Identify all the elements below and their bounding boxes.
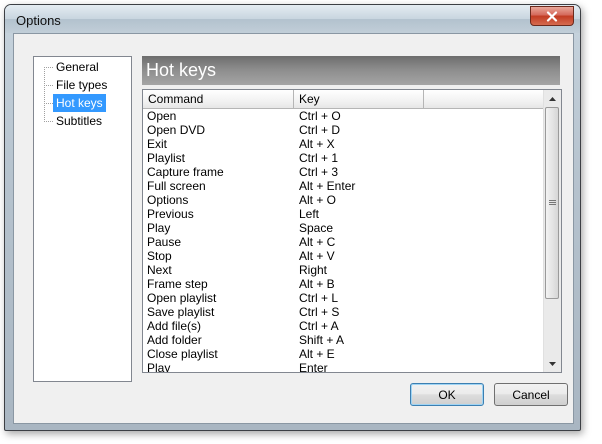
key-cell: Alt + E	[299, 347, 335, 361]
command-cell: Options	[147, 193, 189, 207]
cancel-button[interactable]: Cancel	[494, 383, 568, 406]
panel-header: Hot keys	[142, 56, 560, 85]
key-cell: Enter	[299, 361, 328, 373]
table-row[interactable]: Playlist Ctrl + 1	[143, 151, 544, 165]
title-bar[interactable]: Options	[5, 5, 580, 33]
category-tree[interactable]: General File types Hot keys Subtitles	[33, 56, 132, 382]
window-title: Options	[16, 13, 61, 28]
table-row[interactable]: Previous Left	[143, 207, 544, 221]
close-button[interactable]	[530, 6, 574, 26]
vertical-scrollbar[interactable]	[543, 90, 561, 372]
command-cell: Next	[147, 263, 172, 277]
tree-item-file-types[interactable]: File types	[44, 76, 110, 94]
dialog-client-area: General File types Hot keys Subtitles Ho…	[13, 33, 574, 424]
table-row[interactable]: Pause Alt + C	[143, 235, 544, 249]
key-cell: Ctrl + A	[299, 319, 339, 333]
command-cell: Capture frame	[147, 165, 224, 179]
table-row[interactable]: Open Ctrl + O	[143, 109, 544, 123]
command-cell: Full screen	[147, 179, 206, 193]
list-header: Command Key	[143, 90, 544, 109]
tree-item-label: Subtitles	[56, 114, 103, 128]
column-header-command[interactable]: Command	[143, 90, 294, 108]
command-cell: Close playlist	[147, 347, 218, 361]
command-cell: Previous	[147, 207, 194, 221]
key-cell: Ctrl + 1	[299, 151, 339, 165]
command-cell: Play	[147, 221, 171, 235]
command-cell: Stop	[147, 249, 172, 263]
key-cell: Ctrl + D	[299, 123, 341, 137]
key-cell: Ctrl + L	[299, 291, 339, 305]
table-row[interactable]: Add folder Shift + A	[143, 333, 544, 347]
options-dialog: Options General File types Hot keys Subt…	[4, 4, 581, 431]
key-cell: Ctrl + 3	[299, 165, 339, 179]
ok-button[interactable]: OK	[410, 383, 484, 406]
scroll-thumb[interactable]	[545, 107, 559, 299]
table-row[interactable]: Full screen Alt + Enter	[143, 179, 544, 193]
key-cell: Right	[299, 263, 328, 277]
command-cell: Open DVD	[147, 123, 206, 137]
key-cell: Ctrl + S	[299, 305, 340, 319]
key-cell: Left	[299, 207, 320, 221]
command-cell: Pause	[147, 235, 182, 249]
column-header-empty	[424, 90, 544, 108]
table-row[interactable]: Play Enter	[143, 361, 544, 373]
tree-item-general[interactable]: General	[44, 58, 102, 76]
command-cell: Exit	[147, 137, 168, 151]
chevron-up-icon	[549, 96, 556, 101]
command-cell: Playlist	[147, 151, 186, 165]
chevron-down-icon	[549, 361, 556, 366]
tree-item-label: General	[56, 60, 99, 74]
command-cell: Open	[147, 109, 177, 123]
column-header-key[interactable]: Key	[294, 90, 424, 108]
command-cell: Add folder	[147, 333, 202, 347]
key-cell: Alt + O	[299, 193, 337, 207]
table-row[interactable]: Open playlist Ctrl + L	[143, 291, 544, 305]
key-cell: Alt + B	[299, 277, 335, 291]
table-row[interactable]: Close playlist Alt + E	[143, 347, 544, 361]
table-row[interactable]: Options Alt + O	[143, 193, 544, 207]
table-row[interactable]: Open DVD Ctrl + D	[143, 123, 544, 137]
scroll-up-button[interactable]	[544, 90, 561, 107]
table-row[interactable]: Capture frame Ctrl + 3	[143, 165, 544, 179]
table-row[interactable]: Add file(s) Ctrl + A	[143, 319, 544, 333]
close-icon	[546, 10, 558, 22]
table-row[interactable]: Save playlist Ctrl + S	[143, 305, 544, 319]
tree-item-subtitles[interactable]: Subtitles	[44, 112, 105, 130]
tree-item-hot-keys[interactable]: Hot keys	[44, 94, 106, 112]
command-cell: Frame step	[147, 277, 208, 291]
key-cell: Alt + C	[299, 235, 336, 249]
table-row[interactable]: Play Space	[143, 221, 544, 235]
key-cell: Ctrl + O	[299, 109, 341, 123]
key-cell: Shift + A	[299, 333, 345, 347]
key-cell: Space	[299, 221, 334, 235]
tree-item-label: Hot keys	[53, 94, 106, 112]
table-row[interactable]: Frame step Alt + B	[143, 277, 544, 291]
command-cell: Play	[147, 361, 171, 373]
table-row[interactable]: Stop Alt + V	[143, 249, 544, 263]
key-cell: Alt + X	[299, 137, 335, 151]
hotkeys-list[interactable]: Command Key Open Ctrl + O Open DVD Ctrl + D…	[142, 89, 562, 373]
key-cell: Alt + V	[299, 249, 335, 263]
command-cell: Save playlist	[147, 305, 215, 319]
table-row[interactable]: Next Right	[143, 263, 544, 277]
table-row[interactable]: Exit Alt + X	[143, 137, 544, 151]
command-cell: Open playlist	[147, 291, 217, 305]
command-cell: Add file(s)	[147, 319, 202, 333]
list-rows: Open Ctrl + O Open DVD Ctrl + D Exit Alt + XP…	[143, 109, 544, 373]
scroll-down-button[interactable]	[544, 355, 561, 372]
key-cell: Alt + Enter	[299, 179, 356, 193]
tree-item-label: File types	[56, 78, 108, 92]
panel-title: Hot keys	[146, 60, 217, 80]
